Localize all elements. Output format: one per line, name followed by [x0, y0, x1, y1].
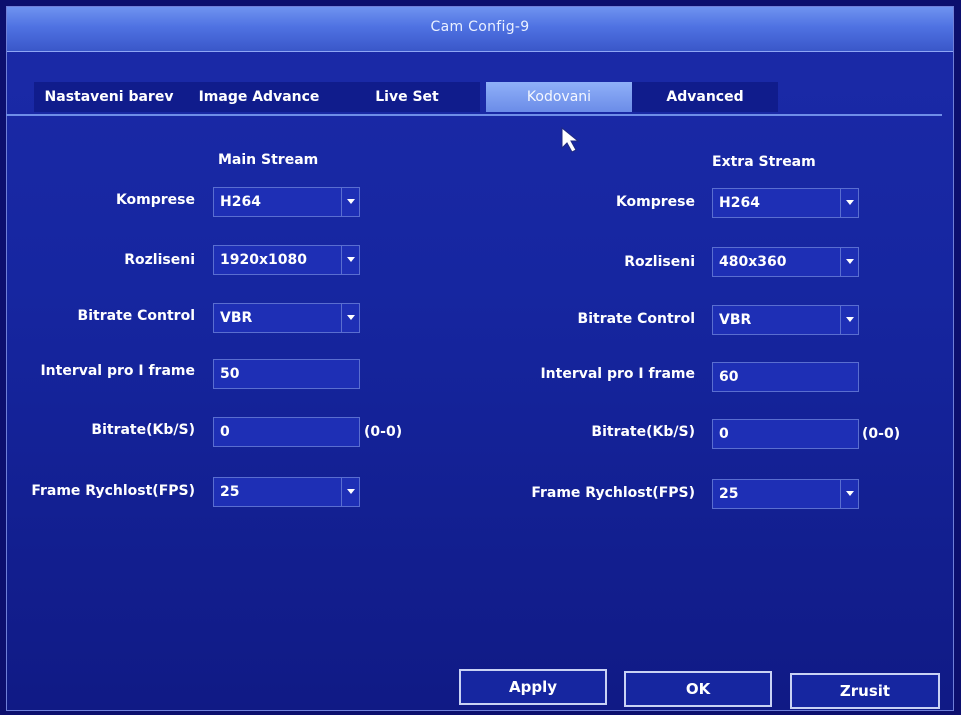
tab-nastaveni-barev[interactable]: Nastaveni barev	[34, 82, 184, 112]
main-resolution-value: 1920x1080	[220, 252, 307, 268]
extra-resolution-label: Rozliseni	[624, 254, 695, 270]
main-compression-label: Komprese	[115, 192, 195, 208]
chevron-down-icon[interactable]	[341, 478, 359, 506]
main-resolution-label: Rozliseni	[124, 252, 195, 268]
extra-bitrate-range: (0-0)	[862, 426, 901, 442]
extra-iframe-interval-label: Interval pro I frame	[540, 366, 695, 382]
main-bitrate-label: Bitrate(Kb/S)	[91, 422, 195, 438]
ok-button[interactable]: OK	[624, 671, 772, 707]
title-bar: Cam Config-9	[7, 7, 953, 52]
main-bitrate-control-value: VBR	[220, 310, 253, 326]
tab-kodovani[interactable]: Kodovani	[486, 82, 632, 112]
chevron-down-icon[interactable]	[840, 189, 858, 217]
main-iframe-interval-input[interactable]: 50	[213, 359, 360, 389]
main-bitrate-range: (0-0)	[364, 424, 403, 440]
tab-image-advance[interactable]: Image Advance	[184, 82, 334, 112]
extra-fps-label: Frame Rychlost(FPS)	[531, 485, 695, 501]
extra-bitrate-input[interactable]: 0	[712, 419, 859, 449]
chevron-down-icon[interactable]	[341, 246, 359, 274]
mouse-pointer-icon	[561, 126, 580, 153]
window-title: Cam Config-9	[430, 19, 530, 35]
chevron-down-icon[interactable]	[840, 480, 858, 508]
cancel-button[interactable]: Zrusit	[790, 673, 940, 709]
main-resolution-select[interactable]: 1920x1080	[213, 245, 360, 275]
extra-bitrate-label: Bitrate(Kb/S)	[591, 424, 695, 440]
extra-compression-label: Komprese	[615, 194, 695, 210]
chevron-down-icon[interactable]	[341, 304, 359, 332]
main-fps-select[interactable]: 25	[213, 477, 360, 507]
extra-stream-heading: Extra Stream	[712, 154, 816, 170]
apply-button[interactable]: Apply	[459, 669, 607, 705]
chevron-down-icon[interactable]	[840, 306, 858, 334]
chevron-down-icon[interactable]	[341, 188, 359, 216]
extra-fps-select[interactable]: 25	[712, 479, 859, 509]
extra-fps-value: 25	[719, 486, 739, 502]
tab-advanced[interactable]: Advanced	[632, 82, 778, 112]
main-compression-value: H264	[220, 194, 261, 210]
tab-bar: Nastaveni barev Image Advance Live Set K…	[26, 82, 778, 112]
extra-iframe-interval-input[interactable]: 60	[712, 362, 859, 392]
main-iframe-interval-label: Interval pro I frame	[40, 363, 195, 379]
extra-compression-value: H264	[719, 195, 760, 211]
extra-resolution-value: 480x360	[719, 254, 787, 270]
main-bitrate-input[interactable]: 0	[213, 417, 360, 447]
extra-resolution-select[interactable]: 480x360	[712, 247, 859, 277]
main-fps-value: 25	[220, 484, 240, 500]
chevron-down-icon[interactable]	[840, 248, 858, 276]
main-stream-heading: Main Stream	[218, 152, 319, 168]
main-fps-label: Frame Rychlost(FPS)	[31, 483, 195, 499]
extra-bitrate-control-label: Bitrate Control	[577, 311, 695, 327]
extra-bitrate-control-value: VBR	[719, 312, 752, 328]
main-compression-select[interactable]: H264	[213, 187, 360, 217]
tab-live-set[interactable]: Live Set	[334, 82, 480, 112]
extra-bitrate-control-select[interactable]: VBR	[712, 305, 859, 335]
main-bitrate-control-select[interactable]: VBR	[213, 303, 360, 333]
tab-underline	[6, 114, 942, 116]
main-bitrate-control-label: Bitrate Control	[77, 308, 195, 324]
extra-compression-select[interactable]: H264	[712, 188, 859, 218]
